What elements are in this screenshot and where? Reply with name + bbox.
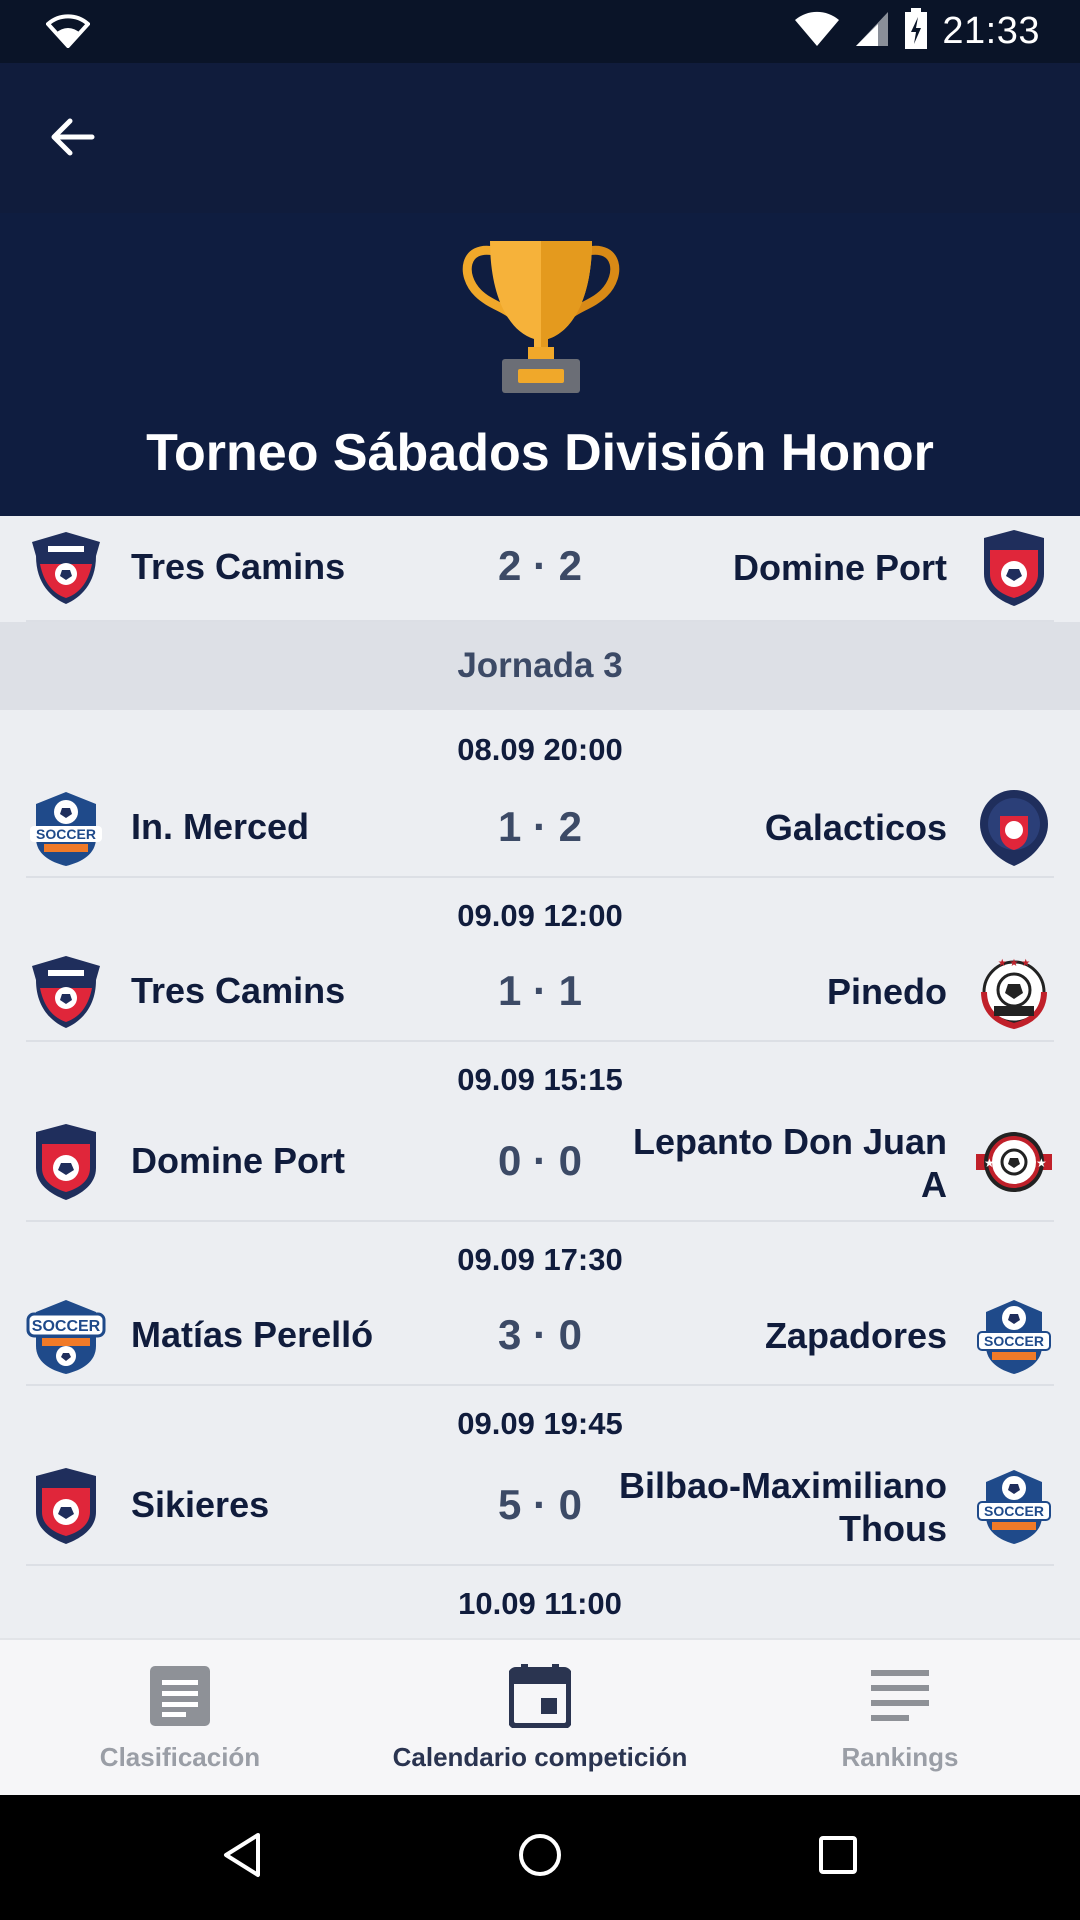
soccer-badge-icon: SOCCER (974, 1466, 1054, 1546)
status-bar: 21:33 (0, 0, 1080, 63)
team-crest-icon (26, 952, 106, 1032)
match-row[interactable]: 10.09 11:00 (0, 1566, 1080, 1638)
match-score: 1 · 1 (497, 967, 583, 1014)
system-recents-button[interactable] (806, 1825, 870, 1889)
wifi-signal-icon (794, 10, 840, 53)
match-score: 1 · 2 (497, 803, 583, 850)
match-date: 09.09 12:00 (457, 898, 623, 933)
home-team-name: Sikieres (131, 1484, 270, 1525)
trophy-icon (458, 235, 624, 400)
svg-text:★: ★ (1036, 1156, 1047, 1170)
match-date: 08.09 20:00 (457, 732, 623, 767)
document-icon (150, 1665, 210, 1731)
app-bar (0, 63, 1080, 213)
svg-text:★ ★ ★: ★ ★ ★ (998, 958, 1030, 969)
match-row[interactable]: 09.09 15:15 Domine Port 0 · 0 Lepanto Do… (0, 1042, 1080, 1222)
team-crest-icon (26, 1122, 106, 1202)
nav-clasificacion[interactable]: Clasificación (60, 1640, 300, 1797)
away-team-name: Lepanto Don Juan A (633, 1121, 947, 1205)
arrow-back-icon (48, 115, 96, 164)
team-crest-icon: ★ ★ ★ (974, 952, 1054, 1032)
system-home-button[interactable] (508, 1825, 572, 1889)
competition-title: Torneo Sábados División Honor (146, 424, 934, 482)
soccer-badge-icon: SOCCER (974, 1296, 1054, 1376)
match-score: 2 · 2 (497, 542, 583, 589)
square-recents-icon (817, 1834, 859, 1881)
home-team-name: Tres Camins (131, 970, 346, 1011)
nav-rankings[interactable]: Rankings (800, 1640, 1000, 1797)
match-row[interactable]: Tres Camins 2 · 2 Domine Port (0, 516, 1080, 622)
away-team-name: Zapadores (764, 1315, 947, 1356)
match-row[interactable]: 08.09 20:00 SOCCER In. Merced 1 · 2 Gala… (0, 710, 1080, 878)
match-row[interactable]: 09.09 17:30 SOCCER Matías Perelló 3 · 0 … (0, 1222, 1080, 1386)
match-date: 09.09 19:45 (457, 1406, 623, 1441)
svg-text:SOCCER: SOCCER (36, 826, 96, 842)
match-date: 10.09 11:00 (458, 1586, 622, 1621)
home-team-name: Tres Camins (131, 546, 346, 587)
match-list[interactable]: Tres Camins 2 · 2 Domine Port Jornada 3 … (0, 516, 1080, 1638)
circle-home-icon (517, 1832, 563, 1883)
home-team-name: In. Merced (131, 806, 310, 847)
match-score: 3 · 0 (497, 1311, 583, 1358)
match-score: 0 · 0 (497, 1137, 583, 1184)
nav-label: Calendario competición (392, 1742, 688, 1772)
nav-label: Clasificación (99, 1742, 261, 1772)
svg-text:★: ★ (984, 1156, 995, 1170)
away-team-name: Bilbao-Maximiliano Thous (618, 1465, 947, 1549)
wifi-icon (45, 12, 91, 53)
competition-header: Torneo Sábados División Honor (0, 213, 1080, 516)
team-crest-icon (974, 528, 1054, 608)
bottom-navigation: Clasificación Calendario competición Ran… (0, 1638, 1080, 1795)
system-navigation-bar (0, 1795, 1080, 1920)
back-button[interactable] (36, 103, 108, 175)
soccer-badge-icon: SOCCER (26, 788, 106, 868)
list-icon (871, 1669, 929, 1727)
team-crest-icon (26, 1466, 106, 1546)
triangle-back-icon (220, 1831, 264, 1884)
match-date: 09.09 15:15 (457, 1062, 623, 1097)
calendar-icon (508, 1663, 572, 1733)
match-date: 09.09 17:30 (457, 1242, 623, 1277)
svg-text:SOCCER: SOCCER (984, 1503, 1044, 1519)
home-team-name: Domine Port (131, 1140, 346, 1181)
away-team-name: Galacticos (764, 807, 947, 848)
team-crest-icon (26, 528, 106, 608)
match-row[interactable]: 09.09 19:45 Sikieres 5 · 0 Bilbao-Maximi… (0, 1386, 1080, 1566)
system-back-button[interactable] (210, 1825, 274, 1889)
away-team-name: Pinedo (826, 971, 947, 1012)
status-time: 21:33 (942, 10, 1040, 52)
nav-calendario[interactable]: Calendario competición (390, 1640, 690, 1797)
cell-signal-icon (854, 10, 890, 53)
svg-text:SOCCER: SOCCER (984, 1333, 1044, 1349)
soccer-badge-icon: SOCCER (26, 1296, 106, 1376)
home-team-name: Matías Perelló (131, 1314, 374, 1355)
nav-label: Rankings (841, 1742, 959, 1772)
match-row[interactable]: 09.09 12:00 Tres Camins 1 · 1 Pinedo ★ ★… (0, 878, 1080, 1042)
svg-text:SOCCER: SOCCER (32, 1318, 101, 1335)
team-crest-icon (974, 788, 1054, 868)
round-header: Jornada 3 (0, 622, 1080, 710)
team-crest-icon: ★ ★ (974, 1122, 1054, 1202)
away-team-name: Domine Port (732, 547, 947, 588)
battery-icon (904, 8, 928, 55)
